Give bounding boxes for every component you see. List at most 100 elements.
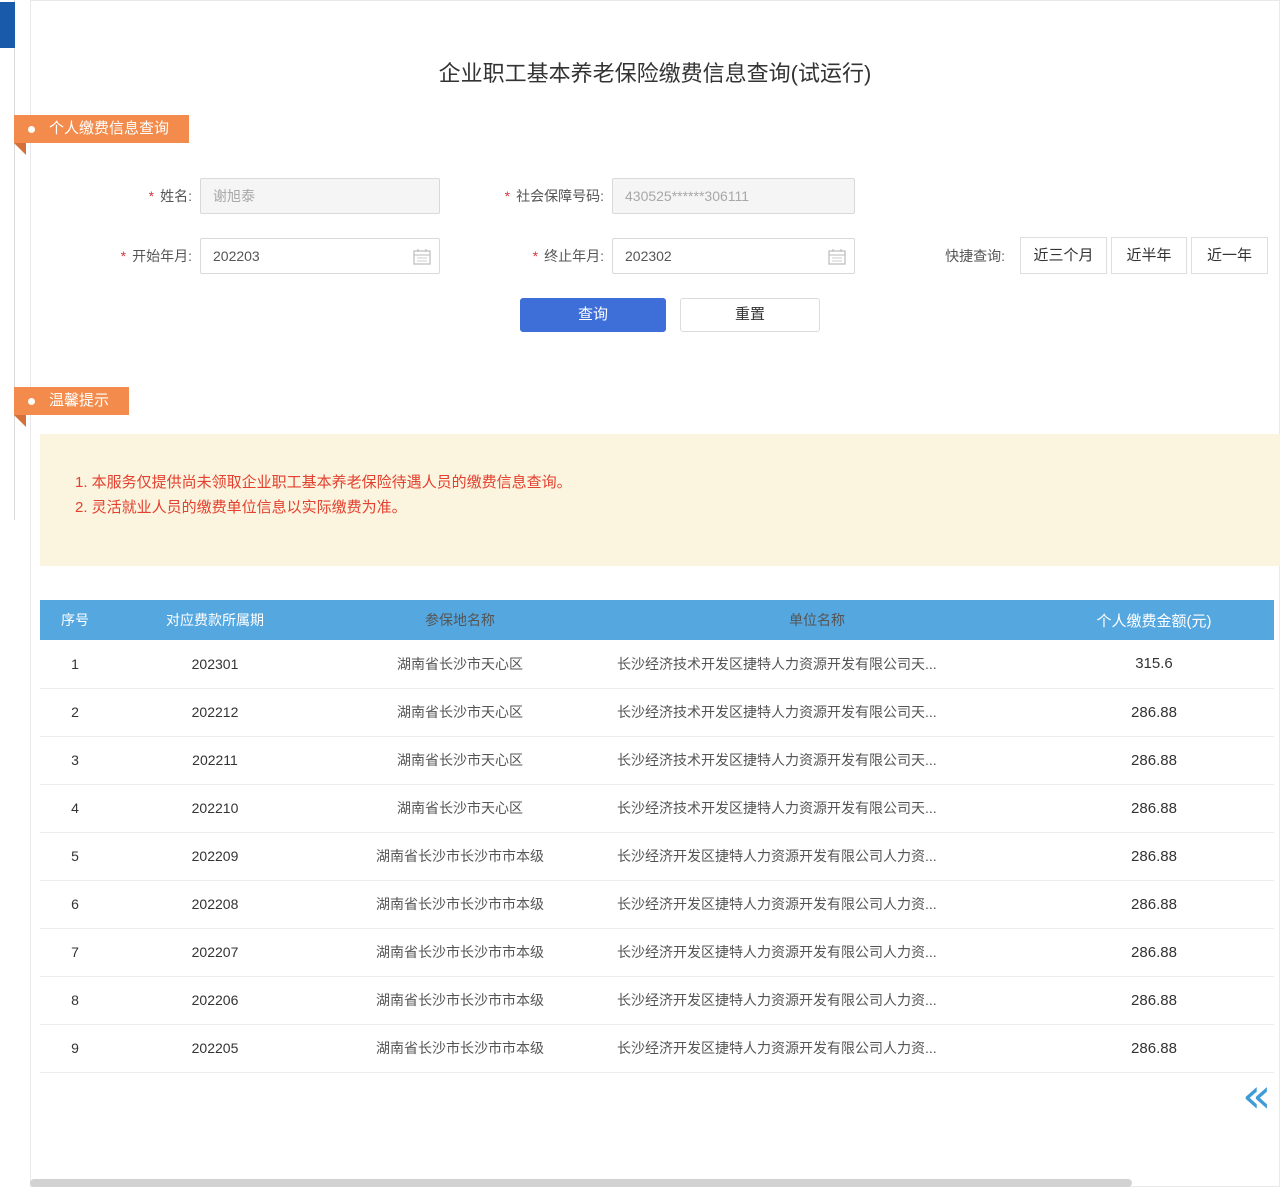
end-date-input[interactable] bbox=[613, 239, 854, 273]
cell-seq: 6 bbox=[40, 880, 110, 928]
quick-query-label: 快捷查询: bbox=[880, 238, 1005, 274]
calendar-icon[interactable] bbox=[413, 248, 431, 265]
cell-amount: 286.88 bbox=[1034, 736, 1274, 784]
cell-period: 202301 bbox=[110, 640, 320, 688]
bullet-dot-icon bbox=[28, 126, 35, 133]
cell-amount: 286.88 bbox=[1034, 976, 1274, 1024]
required-asterisk: * bbox=[121, 248, 126, 264]
quick-btn-last-3-months[interactable]: 近三个月 bbox=[1020, 237, 1107, 274]
cell-company: 长沙经济技术开发区捷特人力资源开发有限公司天... bbox=[600, 688, 1034, 736]
cell-seq: 7 bbox=[40, 928, 110, 976]
left-panel-edge bbox=[0, 0, 15, 520]
cell-period: 202205 bbox=[110, 1024, 320, 1072]
cell-period: 202207 bbox=[110, 928, 320, 976]
required-asterisk: * bbox=[505, 188, 510, 204]
cell-company: 长沙经济技术开发区捷特人力资源开发有限公司天... bbox=[600, 736, 1034, 784]
col-header-period: 对应费款所属期 bbox=[110, 600, 320, 640]
table-body: 1202301湖南省长沙市天心区长沙经济技术开发区捷特人力资源开发有限公司天..… bbox=[40, 640, 1274, 1072]
tips-line: 2. 灵活就业人员的缴费单位信息以实际缴费为准。 bbox=[75, 495, 1260, 520]
query-button[interactable]: 查询 bbox=[520, 298, 666, 332]
corner-accent-block bbox=[0, 2, 15, 48]
cell-period: 202208 bbox=[110, 880, 320, 928]
calendar-icon[interactable] bbox=[828, 248, 846, 265]
cell-amount: 286.88 bbox=[1034, 1024, 1274, 1072]
table-header-row: 序号 对应费款所属期 参保地名称 单位名称 个人缴费金额(元) bbox=[40, 600, 1274, 640]
cell-amount: 286.88 bbox=[1034, 832, 1274, 880]
collapse-double-chevron-icon[interactable]: « bbox=[1242, 1072, 1271, 1120]
cell-seq: 9 bbox=[40, 1024, 110, 1072]
end-date-box bbox=[612, 238, 855, 274]
cell-area: 湖南省长沙市长沙市市本级 bbox=[320, 928, 600, 976]
table-row: 6202208湖南省长沙市长沙市市本级长沙经济开发区捷特人力资源开发有限公司人力… bbox=[40, 880, 1274, 928]
cell-company: 长沙经济开发区捷特人力资源开发有限公司人力资... bbox=[600, 880, 1034, 928]
cell-period: 202209 bbox=[110, 832, 320, 880]
cell-company: 长沙经济技术开发区捷特人力资源开发有限公司天... bbox=[600, 640, 1034, 688]
cell-period: 202212 bbox=[110, 688, 320, 736]
section-tag-tips: 温馨提示 bbox=[14, 387, 129, 415]
cell-company: 长沙经济技术开发区捷特人力资源开发有限公司天... bbox=[600, 784, 1034, 832]
table-row: 5202209湖南省长沙市长沙市市本级长沙经济开发区捷特人力资源开发有限公司人力… bbox=[40, 832, 1274, 880]
cell-company: 长沙经济开发区捷特人力资源开发有限公司人力资... bbox=[600, 976, 1034, 1024]
cell-company: 长沙经济开发区捷特人力资源开发有限公司人力资... bbox=[600, 832, 1034, 880]
start-date-input[interactable] bbox=[201, 239, 439, 273]
cell-amount: 286.88 bbox=[1034, 784, 1274, 832]
payment-table: 序号 对应费款所属期 参保地名称 单位名称 个人缴费金额(元) 1202301湖… bbox=[40, 600, 1274, 1073]
cell-company: 长沙经济开发区捷特人力资源开发有限公司人力资... bbox=[600, 1024, 1034, 1072]
cell-seq: 4 bbox=[40, 784, 110, 832]
cell-seq: 2 bbox=[40, 688, 110, 736]
name-input[interactable] bbox=[201, 179, 439, 213]
tips-notice-box: 1. 本服务仅提供尚未领取企业职工基本养老保险待遇人员的缴费信息查询。 2. 灵… bbox=[40, 434, 1280, 566]
ribbon-fold bbox=[14, 143, 26, 155]
cell-area: 湖南省长沙市长沙市市本级 bbox=[320, 976, 600, 1024]
col-header-seq: 序号 bbox=[40, 600, 110, 640]
ribbon-fold bbox=[14, 415, 26, 427]
cell-area: 湖南省长沙市天心区 bbox=[320, 784, 600, 832]
col-header-company: 单位名称 bbox=[600, 600, 1034, 640]
name-label: *姓名: bbox=[60, 178, 192, 214]
cell-seq: 8 bbox=[40, 976, 110, 1024]
cell-period: 202206 bbox=[110, 976, 320, 1024]
cell-area: 湖南省长沙市长沙市市本级 bbox=[320, 880, 600, 928]
table-row: 7202207湖南省长沙市长沙市市本级长沙经济开发区捷特人力资源开发有限公司人力… bbox=[40, 928, 1274, 976]
ssn-input[interactable] bbox=[613, 179, 854, 213]
required-asterisk: * bbox=[149, 188, 154, 204]
table-row: 4202210湖南省长沙市天心区长沙经济技术开发区捷特人力资源开发有限公司天..… bbox=[40, 784, 1274, 832]
table-row: 2202212湖南省长沙市天心区长沙经济技术开发区捷特人力资源开发有限公司天..… bbox=[40, 688, 1274, 736]
col-header-area: 参保地名称 bbox=[320, 600, 600, 640]
tips-line: 1. 本服务仅提供尚未领取企业职工基本养老保险待遇人员的缴费信息查询。 bbox=[75, 470, 1260, 495]
cell-area: 湖南省长沙市天心区 bbox=[320, 640, 600, 688]
name-field-box bbox=[200, 178, 440, 214]
cell-area: 湖南省长沙市长沙市市本级 bbox=[320, 1024, 600, 1072]
cell-period: 202211 bbox=[110, 736, 320, 784]
cell-seq: 3 bbox=[40, 736, 110, 784]
cell-period: 202210 bbox=[110, 784, 320, 832]
cell-area: 湖南省长沙市长沙市市本级 bbox=[320, 832, 600, 880]
end-date-label: *终止年月: bbox=[430, 238, 604, 274]
cell-seq: 5 bbox=[40, 832, 110, 880]
horizontal-scrollbar[interactable] bbox=[30, 1179, 1132, 1187]
section-tag-label: 个人缴费信息查询 bbox=[49, 115, 169, 143]
quick-btn-last-year[interactable]: 近一年 bbox=[1191, 237, 1268, 274]
section-tag-label: 温馨提示 bbox=[49, 387, 109, 415]
ssn-label: *社会保障号码: bbox=[430, 178, 604, 214]
bullet-dot-icon bbox=[28, 398, 35, 405]
cell-company: 长沙经济开发区捷特人力资源开发有限公司人力资... bbox=[600, 928, 1034, 976]
cell-area: 湖南省长沙市天心区 bbox=[320, 736, 600, 784]
section-tag-personal-query: 个人缴费信息查询 bbox=[14, 115, 189, 143]
table-row: 1202301湖南省长沙市天心区长沙经济技术开发区捷特人力资源开发有限公司天..… bbox=[40, 640, 1274, 688]
cell-amount: 286.88 bbox=[1034, 880, 1274, 928]
table-row: 8202206湖南省长沙市长沙市市本级长沙经济开发区捷特人力资源开发有限公司人力… bbox=[40, 976, 1274, 1024]
col-header-amount: 个人缴费金额(元) bbox=[1034, 600, 1274, 640]
table-row: 3202211湖南省长沙市天心区长沙经济技术开发区捷特人力资源开发有限公司天..… bbox=[40, 736, 1274, 784]
cell-area: 湖南省长沙市天心区 bbox=[320, 688, 600, 736]
cell-seq: 1 bbox=[40, 640, 110, 688]
quick-btn-last-half-year[interactable]: 近半年 bbox=[1111, 237, 1187, 274]
cell-amount: 286.88 bbox=[1034, 928, 1274, 976]
start-date-box bbox=[200, 238, 440, 274]
table-row: 9202205湖南省长沙市长沙市市本级长沙经济开发区捷特人力资源开发有限公司人力… bbox=[40, 1024, 1274, 1072]
start-date-label: *开始年月: bbox=[60, 238, 192, 274]
reset-button[interactable]: 重置 bbox=[680, 298, 820, 332]
ssn-field-box bbox=[612, 178, 855, 214]
page-title: 企业职工基本养老保险缴费信息查询(试运行) bbox=[30, 56, 1280, 88]
cell-amount: 315.6 bbox=[1034, 640, 1274, 688]
